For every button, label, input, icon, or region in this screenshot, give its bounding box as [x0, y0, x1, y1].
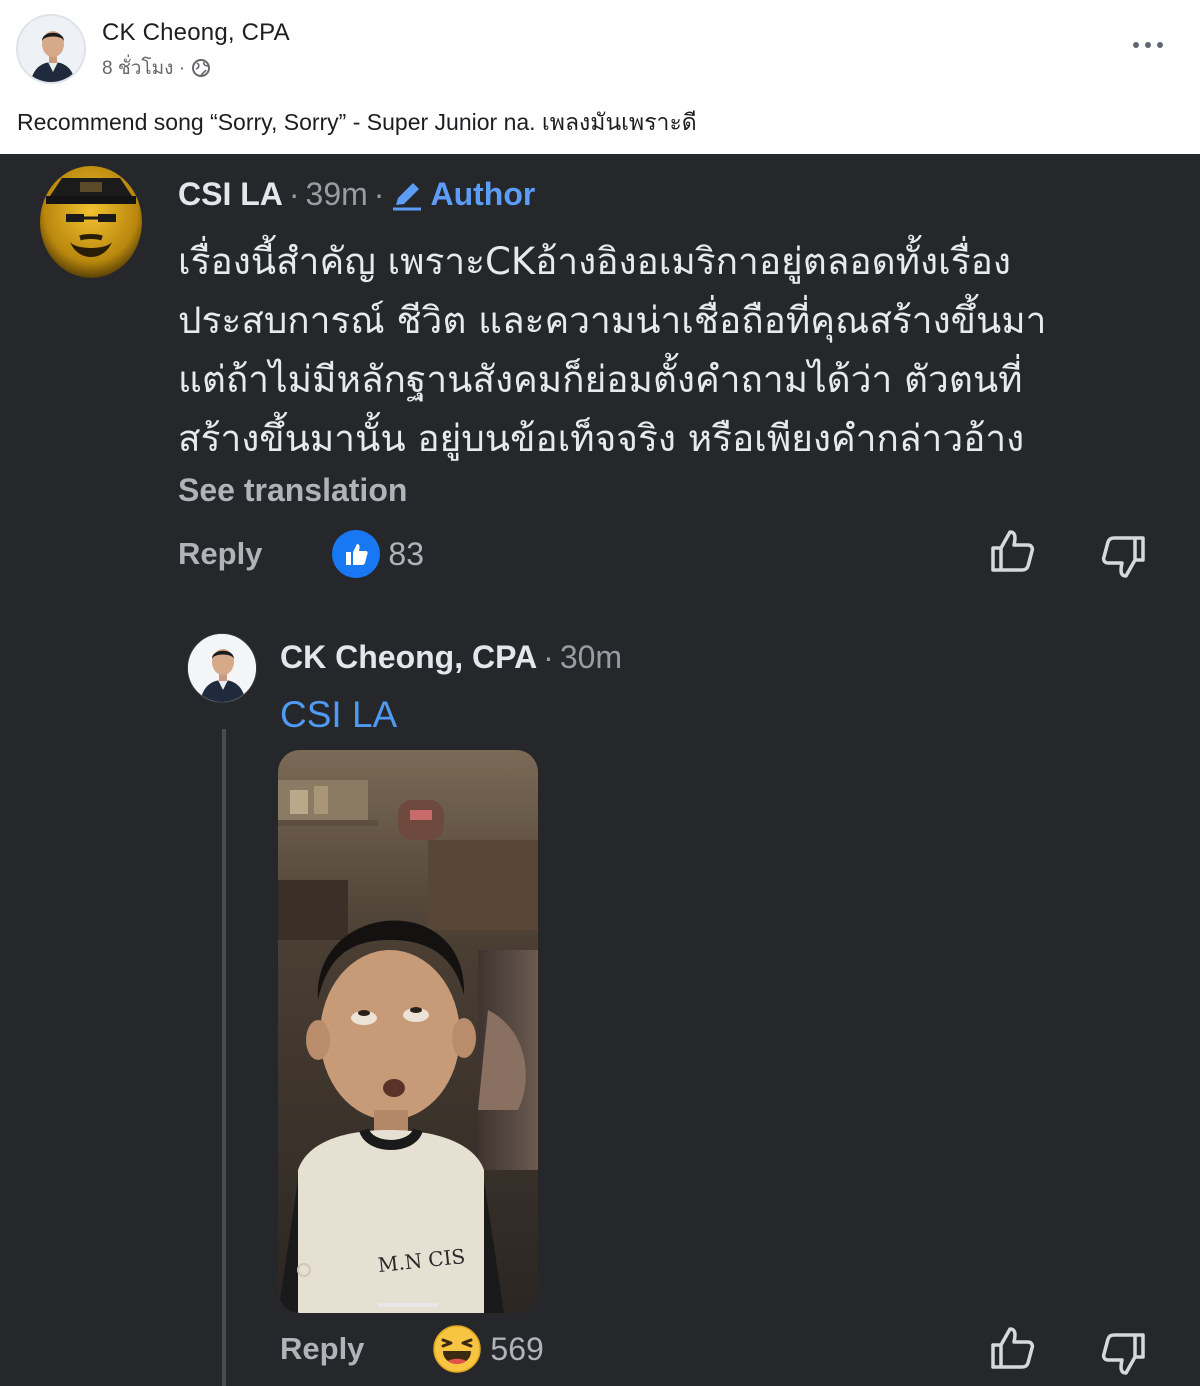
globe-icon[interactable] [191, 58, 211, 78]
reply-profile-image [188, 634, 256, 702]
comment-line: เรื่องนี้สำคัญ เพราะCKอ้างอิงอเมริกาอยู่… [178, 240, 1011, 283]
post-time[interactable]: 8 ชั่วโมง · [102, 53, 185, 83]
post-text: Recommend song “Sorry, Sorry” - Super Ju… [17, 109, 697, 135]
commenter-profile-image [40, 166, 142, 278]
more-horizontal-icon [1133, 42, 1163, 48]
boy-photo-image: M.N CIS [278, 750, 538, 1313]
pencil-icon [393, 182, 422, 210]
commenter-name[interactable]: CSI LA [178, 176, 283, 213]
thread-line [222, 729, 226, 1386]
separator-dot: · [543, 639, 554, 675]
reply-actions: Reply 569 [280, 1324, 544, 1374]
embedded-comments-screenshot: CSI LA · 39m · Author เรื่องนี้สำคัญ เพร… [0, 154, 1200, 1386]
reply-header: CK Cheong, CPA · 30m [280, 639, 622, 676]
avatar[interactable] [16, 14, 86, 84]
comment-header: CSI LA · 39m · Author [178, 176, 535, 213]
separator-dot: · [288, 176, 300, 212]
reply-photo[interactable]: M.N CIS [278, 750, 538, 1313]
upvote-icon[interactable] [988, 1325, 1036, 1373]
downvote-icon[interactable] [1100, 532, 1148, 580]
see-translation-link[interactable]: See translation [178, 472, 407, 509]
reaction-count: 569 [490, 1330, 544, 1367]
reply-time[interactable]: 30m [560, 639, 622, 676]
like-icon [332, 530, 381, 578]
comment-line: แต่ถ้าไม่มีหลักฐานสังคมก็ย่อมตั้งคำถามได… [178, 358, 1023, 401]
post-author-name[interactable]: CK Cheong, CPA [102, 19, 290, 47]
author-badge-label: Author [430, 176, 536, 212]
profile-photo [18, 16, 84, 82]
comment-actions: Reply 83 [178, 530, 424, 578]
comment-line: สร้างขึ้นมานั้น อยู่บนข้อเท็จจริง หรือเพ… [178, 417, 1025, 460]
reply-button[interactable]: Reply [178, 536, 262, 572]
reaction-summary[interactable]: 569 [432, 1324, 544, 1374]
reply-author-name[interactable]: CK Cheong, CPA [280, 639, 537, 676]
downvote-icon[interactable] [1100, 1329, 1148, 1377]
comment-body: เรื่องนี้สำคัญ เพราะCKอ้างอิงอเมริกาอยู่… [178, 232, 1138, 468]
more-options-button[interactable] [1130, 30, 1166, 60]
mention-link[interactable]: CSI LA [280, 694, 397, 736]
reaction-count: 83 [388, 535, 425, 572]
post-meta: 8 ชั่วโมง · [102, 53, 211, 83]
reaction-summary[interactable]: 83 [332, 530, 424, 578]
comment-line: ประสบการณ์ ชีวิต และความน่าเชื่อถือที่คุ… [178, 299, 1047, 342]
haha-emoji-icon [433, 1325, 482, 1373]
upvote-icon[interactable] [988, 528, 1036, 576]
author-badge: Author [390, 176, 535, 213]
reply-avatar[interactable] [187, 633, 257, 703]
comment-time[interactable]: 39m [306, 176, 368, 213]
commenter-avatar[interactable] [40, 166, 142, 278]
separator-dot: · [373, 176, 385, 212]
post-header: CK Cheong, CPA 8 ชั่วโมง · Recommend son… [0, 0, 1200, 154]
reply-button[interactable]: Reply [280, 1331, 364, 1367]
